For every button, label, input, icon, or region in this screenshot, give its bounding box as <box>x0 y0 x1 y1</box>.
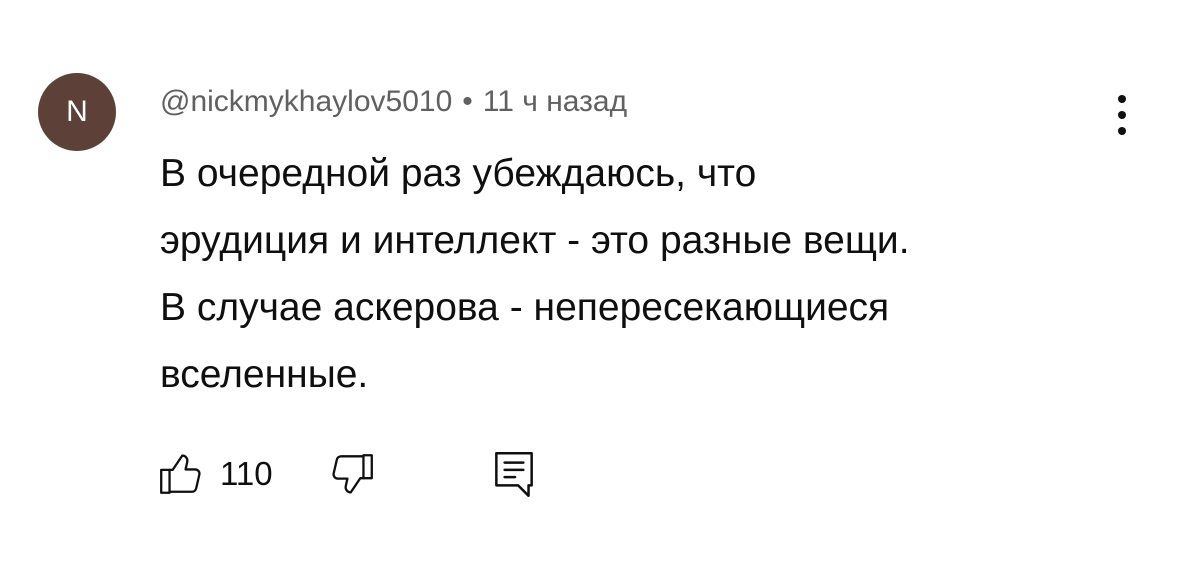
comment-text-line: вселенные. <box>160 353 369 396</box>
comment-card: N @nickmykhaylov5010 • 11 ч назад В очер… <box>0 0 1200 573</box>
comment-text-line: В случае аскерова - непересекающиеся <box>160 286 890 329</box>
more-vert-icon <box>1118 95 1126 103</box>
reply-button[interactable] <box>489 447 539 501</box>
meta-separator: • <box>462 85 473 118</box>
avatar[interactable]: N <box>38 73 116 151</box>
comment-reply-icon <box>489 447 539 501</box>
comment-actions: 110 <box>156 446 539 502</box>
comment-text-line: эрудиция и интеллект - это разные вещи. <box>160 219 910 262</box>
avatar-initial: N <box>66 95 88 128</box>
thumb-up-icon <box>156 449 206 499</box>
dislike-button[interactable] <box>327 449 377 499</box>
author-handle[interactable]: @nickmykhaylov5010 <box>160 85 452 119</box>
more-vert-icon-dot <box>1118 111 1126 119</box>
comment-text-line: В очередной раз убеждаюсь, что <box>160 152 757 195</box>
more-options-button[interactable] <box>1102 90 1142 140</box>
comment-timestamp[interactable]: 11 ч назад <box>483 85 627 119</box>
comment-text: В очередной раз убеждаюсь, что эрудиция … <box>160 140 1120 408</box>
more-vert-icon-dot <box>1118 127 1126 135</box>
like-count: 110 <box>220 455 273 492</box>
thumb-down-icon <box>327 449 377 499</box>
like-button[interactable]: 110 <box>156 449 273 499</box>
comment-meta: @nickmykhaylov5010 • 11 ч назад <box>160 82 627 122</box>
